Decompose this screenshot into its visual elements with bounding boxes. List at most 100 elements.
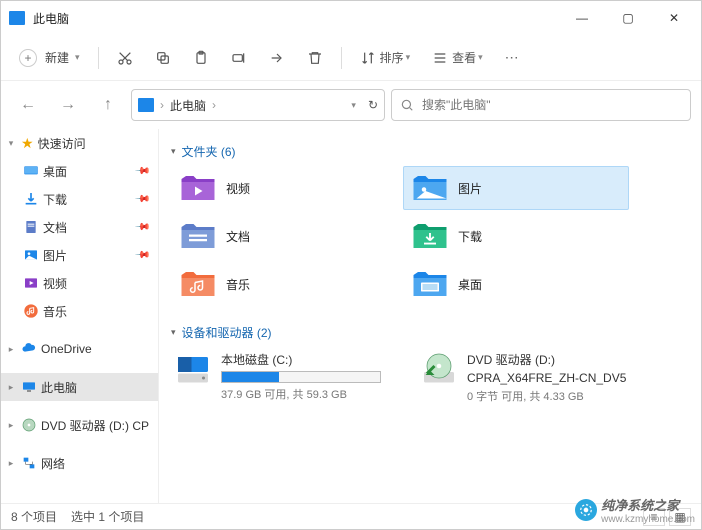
folder-label: 文档: [226, 228, 250, 245]
refresh-button[interactable]: ↻: [368, 98, 378, 112]
dvd-drive-icon: [421, 351, 457, 387]
drive-grid: 本地磁盘 (C:) 37.9 GB 可用, 共 59.3 GB DVD 驱动器 …: [159, 347, 701, 408]
share-icon: [269, 50, 285, 66]
watermark-text: 纯净系统之家: [601, 495, 695, 514]
group-drives-header[interactable]: ▾ 设备和驱动器 (2): [159, 318, 701, 347]
sidebar-item-desktop[interactable]: 桌面 📌: [1, 157, 158, 185]
sidebar-item-label: OneDrive: [41, 342, 92, 356]
folder-documents[interactable]: 文档: [171, 214, 397, 258]
paste-icon: [193, 50, 209, 66]
chevron-right-icon: ›: [160, 98, 164, 112]
sidebar-item-this-pc[interactable]: ▸ 此电脑: [1, 373, 158, 401]
maximize-button[interactable]: ▢: [605, 2, 651, 34]
rename-icon: [231, 50, 247, 66]
window-title: 此电脑: [33, 10, 69, 27]
search-input[interactable]: [422, 98, 682, 112]
search-box[interactable]: [391, 89, 691, 121]
forward-button[interactable]: →: [51, 88, 85, 122]
folder-pictures[interactable]: 图片: [403, 166, 629, 210]
paste-button[interactable]: [185, 42, 217, 74]
sidebar-item-onedrive[interactable]: ▸ OneDrive: [1, 335, 158, 363]
sidebar-item-dvd[interactable]: ▸ DVD 驱动器 (D:) CP: [1, 411, 158, 439]
chevron-down-icon: ▾: [171, 146, 176, 157]
group-folders-header[interactable]: ▾ 文件夹 (6): [159, 137, 701, 166]
drive-name: DVD 驱动器 (D:): [467, 351, 626, 368]
sidebar-item-downloads[interactable]: 下载 📌: [1, 185, 158, 213]
sidebar-item-pictures[interactable]: 图片 📌: [1, 241, 158, 269]
pin-icon: 📌: [133, 163, 150, 180]
folder-label: 音乐: [226, 276, 250, 293]
chevron-down-icon: ▾: [478, 52, 483, 63]
sidebar-item-music[interactable]: 音乐: [1, 297, 158, 325]
chevron-down-icon: ▾: [5, 138, 17, 149]
address-bar[interactable]: › 此电脑 › ▾ ↻: [131, 89, 385, 121]
sidebar: ▾ ★ 快速访问 桌面 📌 下载 📌 文档 📌 图片 📌 视频: [1, 129, 159, 503]
folder-label: 视频: [226, 180, 250, 197]
hdd-icon: [175, 351, 211, 387]
drive-details: 37.9 GB 可用, 共 59.3 GB: [221, 386, 381, 402]
folder-music[interactable]: 音乐: [171, 262, 397, 306]
more-button[interactable]: ⋯: [497, 42, 527, 74]
sidebar-item-documents[interactable]: 文档 📌: [1, 213, 158, 241]
folder-desktop[interactable]: 桌面: [403, 262, 629, 306]
sort-button[interactable]: 排序 ▾: [352, 42, 419, 74]
pc-icon: [21, 379, 37, 395]
close-button[interactable]: ✕: [651, 2, 697, 34]
desktop-icon: [23, 163, 39, 179]
content-pane: ▾ 文件夹 (6) 视频 图片 文档 下载 音乐: [159, 129, 701, 503]
sidebar-item-network[interactable]: ▸ 网络: [1, 449, 158, 477]
copy-icon: [155, 50, 171, 66]
back-button[interactable]: ←: [11, 88, 45, 122]
sidebar-item-label: DVD 驱动器 (D:) CP: [41, 417, 149, 434]
sidebar-item-label: 文档: [43, 219, 67, 236]
drive-details: 0 字节 可用, 共 4.33 GB: [467, 388, 626, 404]
rename-button[interactable]: [223, 42, 255, 74]
chevron-down-icon: ▾: [406, 52, 411, 63]
sidebar-item-label: 视频: [43, 275, 67, 292]
group-label: 文件夹 (6): [182, 143, 236, 160]
folder-videos[interactable]: 视频: [171, 166, 397, 210]
breadcrumb[interactable]: 此电脑: [170, 97, 206, 114]
folder-label: 下载: [458, 228, 482, 245]
new-button[interactable]: + 新建 ▾: [11, 42, 88, 74]
video-folder-icon: [180, 172, 216, 204]
drive-name: 本地磁盘 (C:): [221, 351, 381, 368]
sidebar-item-quick-access[interactable]: ▾ ★ 快速访问: [1, 129, 158, 157]
video-icon: [23, 275, 39, 291]
drive-sub: CPRA_X64FRE_ZH-CN_DV5: [467, 371, 626, 385]
sidebar-item-label: 此电脑: [41, 379, 77, 396]
chevron-down-icon: ▾: [171, 327, 176, 338]
watermark: 纯净系统之家 www.kzmyhome.com: [575, 495, 695, 525]
folder-downloads[interactable]: 下载: [403, 214, 629, 258]
disc-icon: [21, 417, 37, 433]
cloud-icon: [21, 341, 37, 357]
chevron-down-icon[interactable]: ▾: [351, 100, 356, 111]
desktop-folder-icon: [412, 268, 448, 300]
share-button[interactable]: [261, 42, 293, 74]
up-button[interactable]: ↑: [91, 88, 125, 122]
cut-button[interactable]: [109, 42, 141, 74]
drive-c[interactable]: 本地磁盘 (C:) 37.9 GB 可用, 共 59.3 GB: [171, 347, 411, 408]
watermark-url: www.kzmyhome.com: [601, 514, 695, 525]
copy-button[interactable]: [147, 42, 179, 74]
folder-label: 桌面: [458, 276, 482, 293]
nav-row: ← → ↑ › 此电脑 › ▾ ↻: [1, 81, 701, 129]
chevron-right-icon: ▸: [5, 420, 17, 431]
view-button[interactable]: 查看 ▾: [424, 42, 491, 74]
sort-icon: [360, 50, 376, 66]
titlebar: 此电脑 — ▢ ✕: [1, 1, 701, 35]
window-controls: — ▢ ✕: [559, 2, 697, 34]
chevron-right-icon: ▸: [5, 458, 17, 469]
minimize-button[interactable]: —: [559, 2, 605, 34]
download-icon: [23, 191, 39, 207]
sidebar-item-label: 桌面: [43, 163, 67, 180]
sidebar-item-label: 下载: [43, 191, 67, 208]
separator: [341, 47, 342, 69]
drive-d[interactable]: DVD 驱动器 (D:) CPRA_X64FRE_ZH-CN_DV5 0 字节 …: [417, 347, 657, 408]
music-icon: [23, 303, 39, 319]
picture-folder-icon: [412, 172, 448, 204]
picture-icon: [23, 247, 39, 263]
sidebar-item-videos[interactable]: 视频: [1, 269, 158, 297]
app-icon: [9, 11, 25, 25]
delete-button[interactable]: [299, 42, 331, 74]
